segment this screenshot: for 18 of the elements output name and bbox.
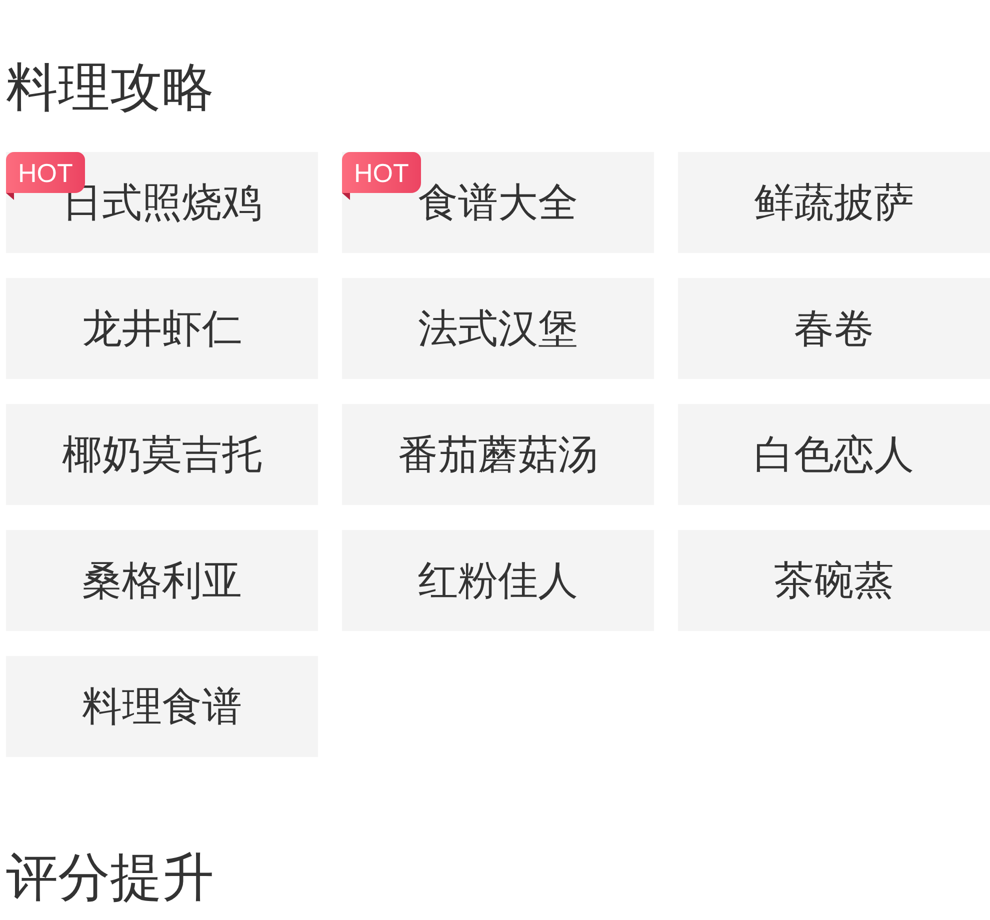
badge-fold-icon	[6, 193, 14, 200]
hot-badge: HOT	[342, 152, 421, 193]
recipe-tile[interactable]: 龙井虾仁	[6, 278, 318, 379]
recipe-tile[interactable]: 椰奶莫吉托	[6, 404, 318, 505]
recipe-tile[interactable]: 料理食谱	[6, 656, 318, 757]
recipe-tile[interactable]: 桑格利亚	[6, 530, 318, 631]
recipe-tile[interactable]: 春卷	[678, 278, 990, 379]
recipe-tile[interactable]: 番茄蘑菇汤	[342, 404, 654, 505]
badge-fold-icon	[342, 193, 350, 200]
recipe-tile[interactable]: 法式汉堡	[342, 278, 654, 379]
recipe-tile[interactable]: 茶碗蒸	[678, 530, 990, 631]
recipe-tile[interactable]: 红粉佳人	[342, 530, 654, 631]
recipe-tile[interactable]: 食谱大全 HOT	[342, 152, 654, 253]
section-title: 评分提升	[6, 848, 214, 908]
section-title: 料理攻略	[6, 58, 214, 118]
recipe-tile[interactable]: 白色恋人	[678, 404, 990, 505]
hot-badge: HOT	[6, 152, 85, 193]
recipe-tile[interactable]: 鲜蔬披萨	[678, 152, 990, 253]
